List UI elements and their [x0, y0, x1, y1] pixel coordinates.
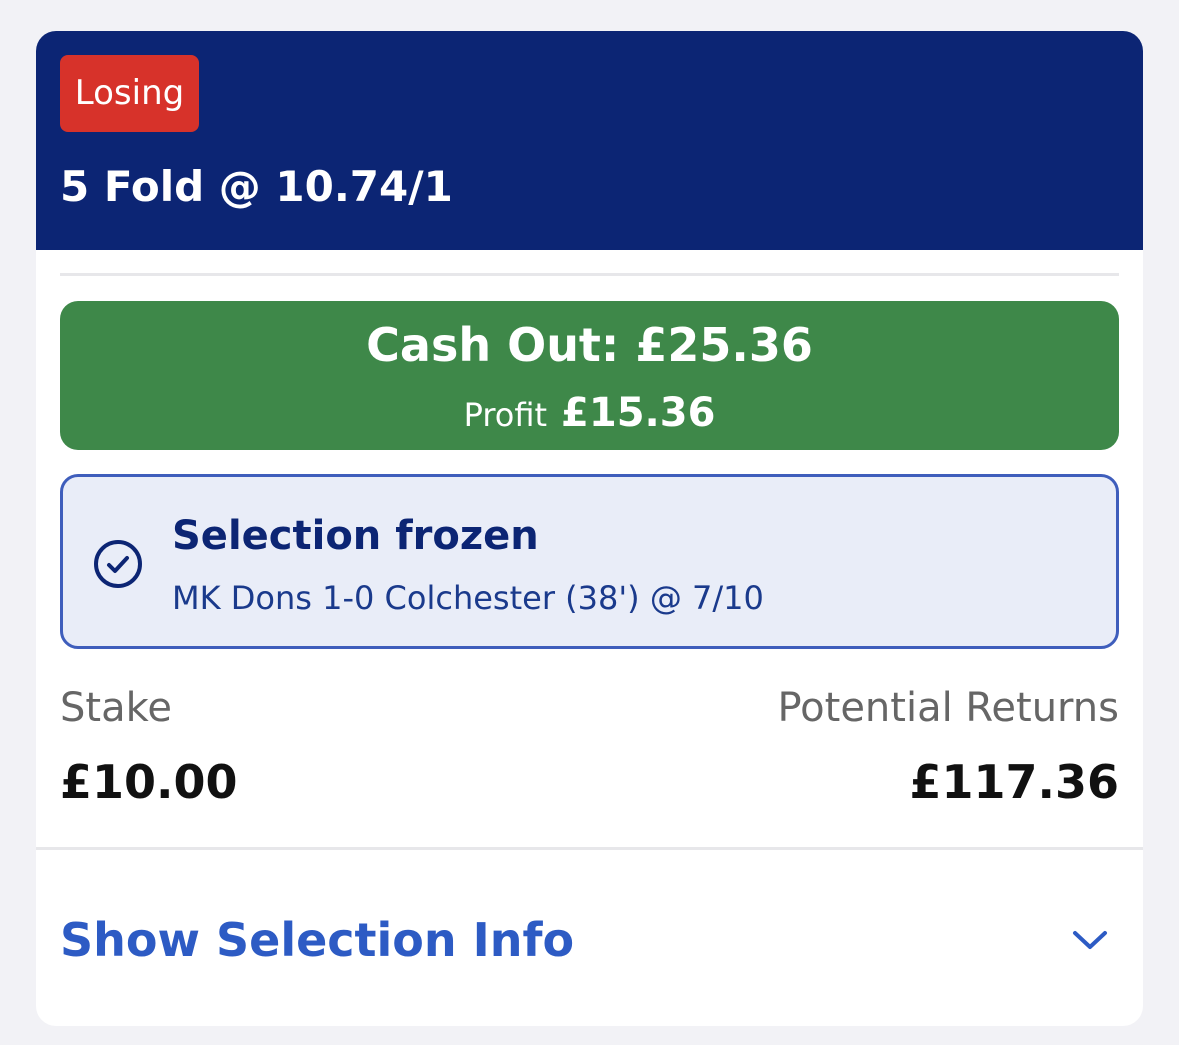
potential-returns-value: £117.36 [909, 755, 1119, 809]
bet-card: Losing 5 Fold @ 10.74/1 Cash Out: £25.36… [36, 31, 1143, 1026]
status-badge: Losing [60, 55, 199, 132]
frozen-title: Selection frozen [172, 513, 539, 559]
selection-frozen-notice: Selection frozen MK Dons 1-0 Colchester … [60, 474, 1119, 649]
show-selection-info-button[interactable]: Show Selection Info [36, 850, 1143, 1026]
profit-row: Profit £15.36 [60, 389, 1119, 445]
stake-label: Stake [60, 685, 172, 731]
chevron-down-icon[interactable] [1070, 926, 1110, 954]
cash-out-button[interactable]: Cash Out: £25.36 Profit £15.36 [60, 301, 1119, 450]
profit-label: Profit [463, 396, 548, 434]
show-selection-info-label: Show Selection Info [60, 913, 575, 967]
profit-value: £15.36 [561, 390, 716, 436]
stake-value: £10.00 [60, 755, 238, 809]
bet-header: Losing 5 Fold @ 10.74/1 [36, 31, 1143, 250]
check-circle-icon [94, 540, 142, 588]
cash-out-label: Cash Out: £25.36 [366, 318, 813, 372]
frozen-detail: MK Dons 1-0 Colchester (38') @ 7/10 [172, 579, 764, 617]
divider [60, 273, 1119, 276]
bet-title: 5 Fold @ 10.74/1 [60, 162, 453, 211]
potential-returns-label: Potential Returns [777, 685, 1119, 731]
